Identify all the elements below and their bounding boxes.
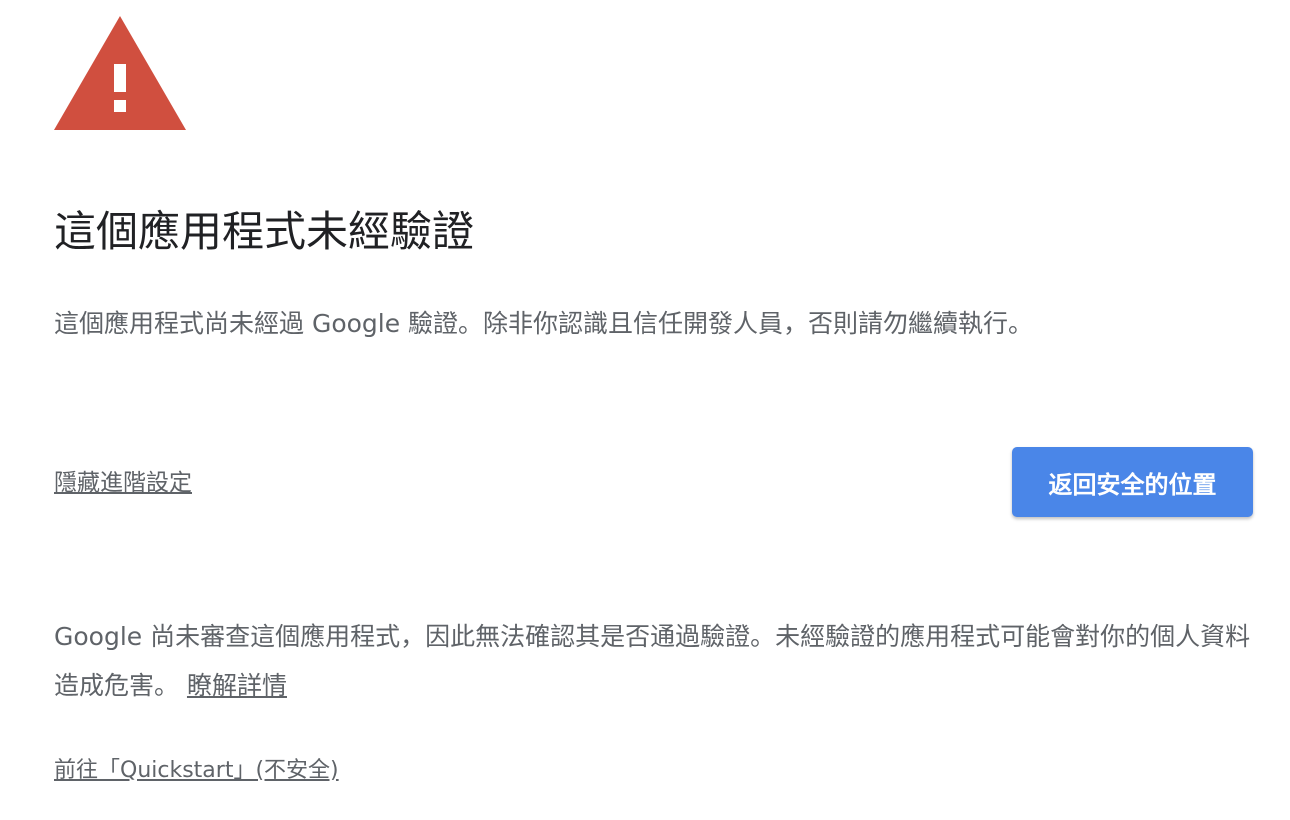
- unverified-app-message: 這個應用程式尚未經過 Google 驗證。除非你認識且信任開發人員，否則請勿繼續…: [54, 309, 1034, 338]
- proceed-unsafe-link[interactable]: 前往「Quickstart」(不安全): [54, 752, 339, 784]
- back-to-safety-button[interactable]: 返回安全的位置: [1012, 447, 1253, 517]
- page-title: 這個應用程式未經驗證: [54, 207, 475, 256]
- verification-warning-details: Google 尚未審查這個應用程式，因此無法確認其是否通過驗證。未經驗證的應用程…: [54, 612, 1254, 710]
- hide-advanced-settings-link[interactable]: 隱藏進階設定: [54, 463, 192, 497]
- warning-triangle-icon: [54, 16, 186, 130]
- learn-more-link[interactable]: 瞭解詳情: [187, 671, 287, 700]
